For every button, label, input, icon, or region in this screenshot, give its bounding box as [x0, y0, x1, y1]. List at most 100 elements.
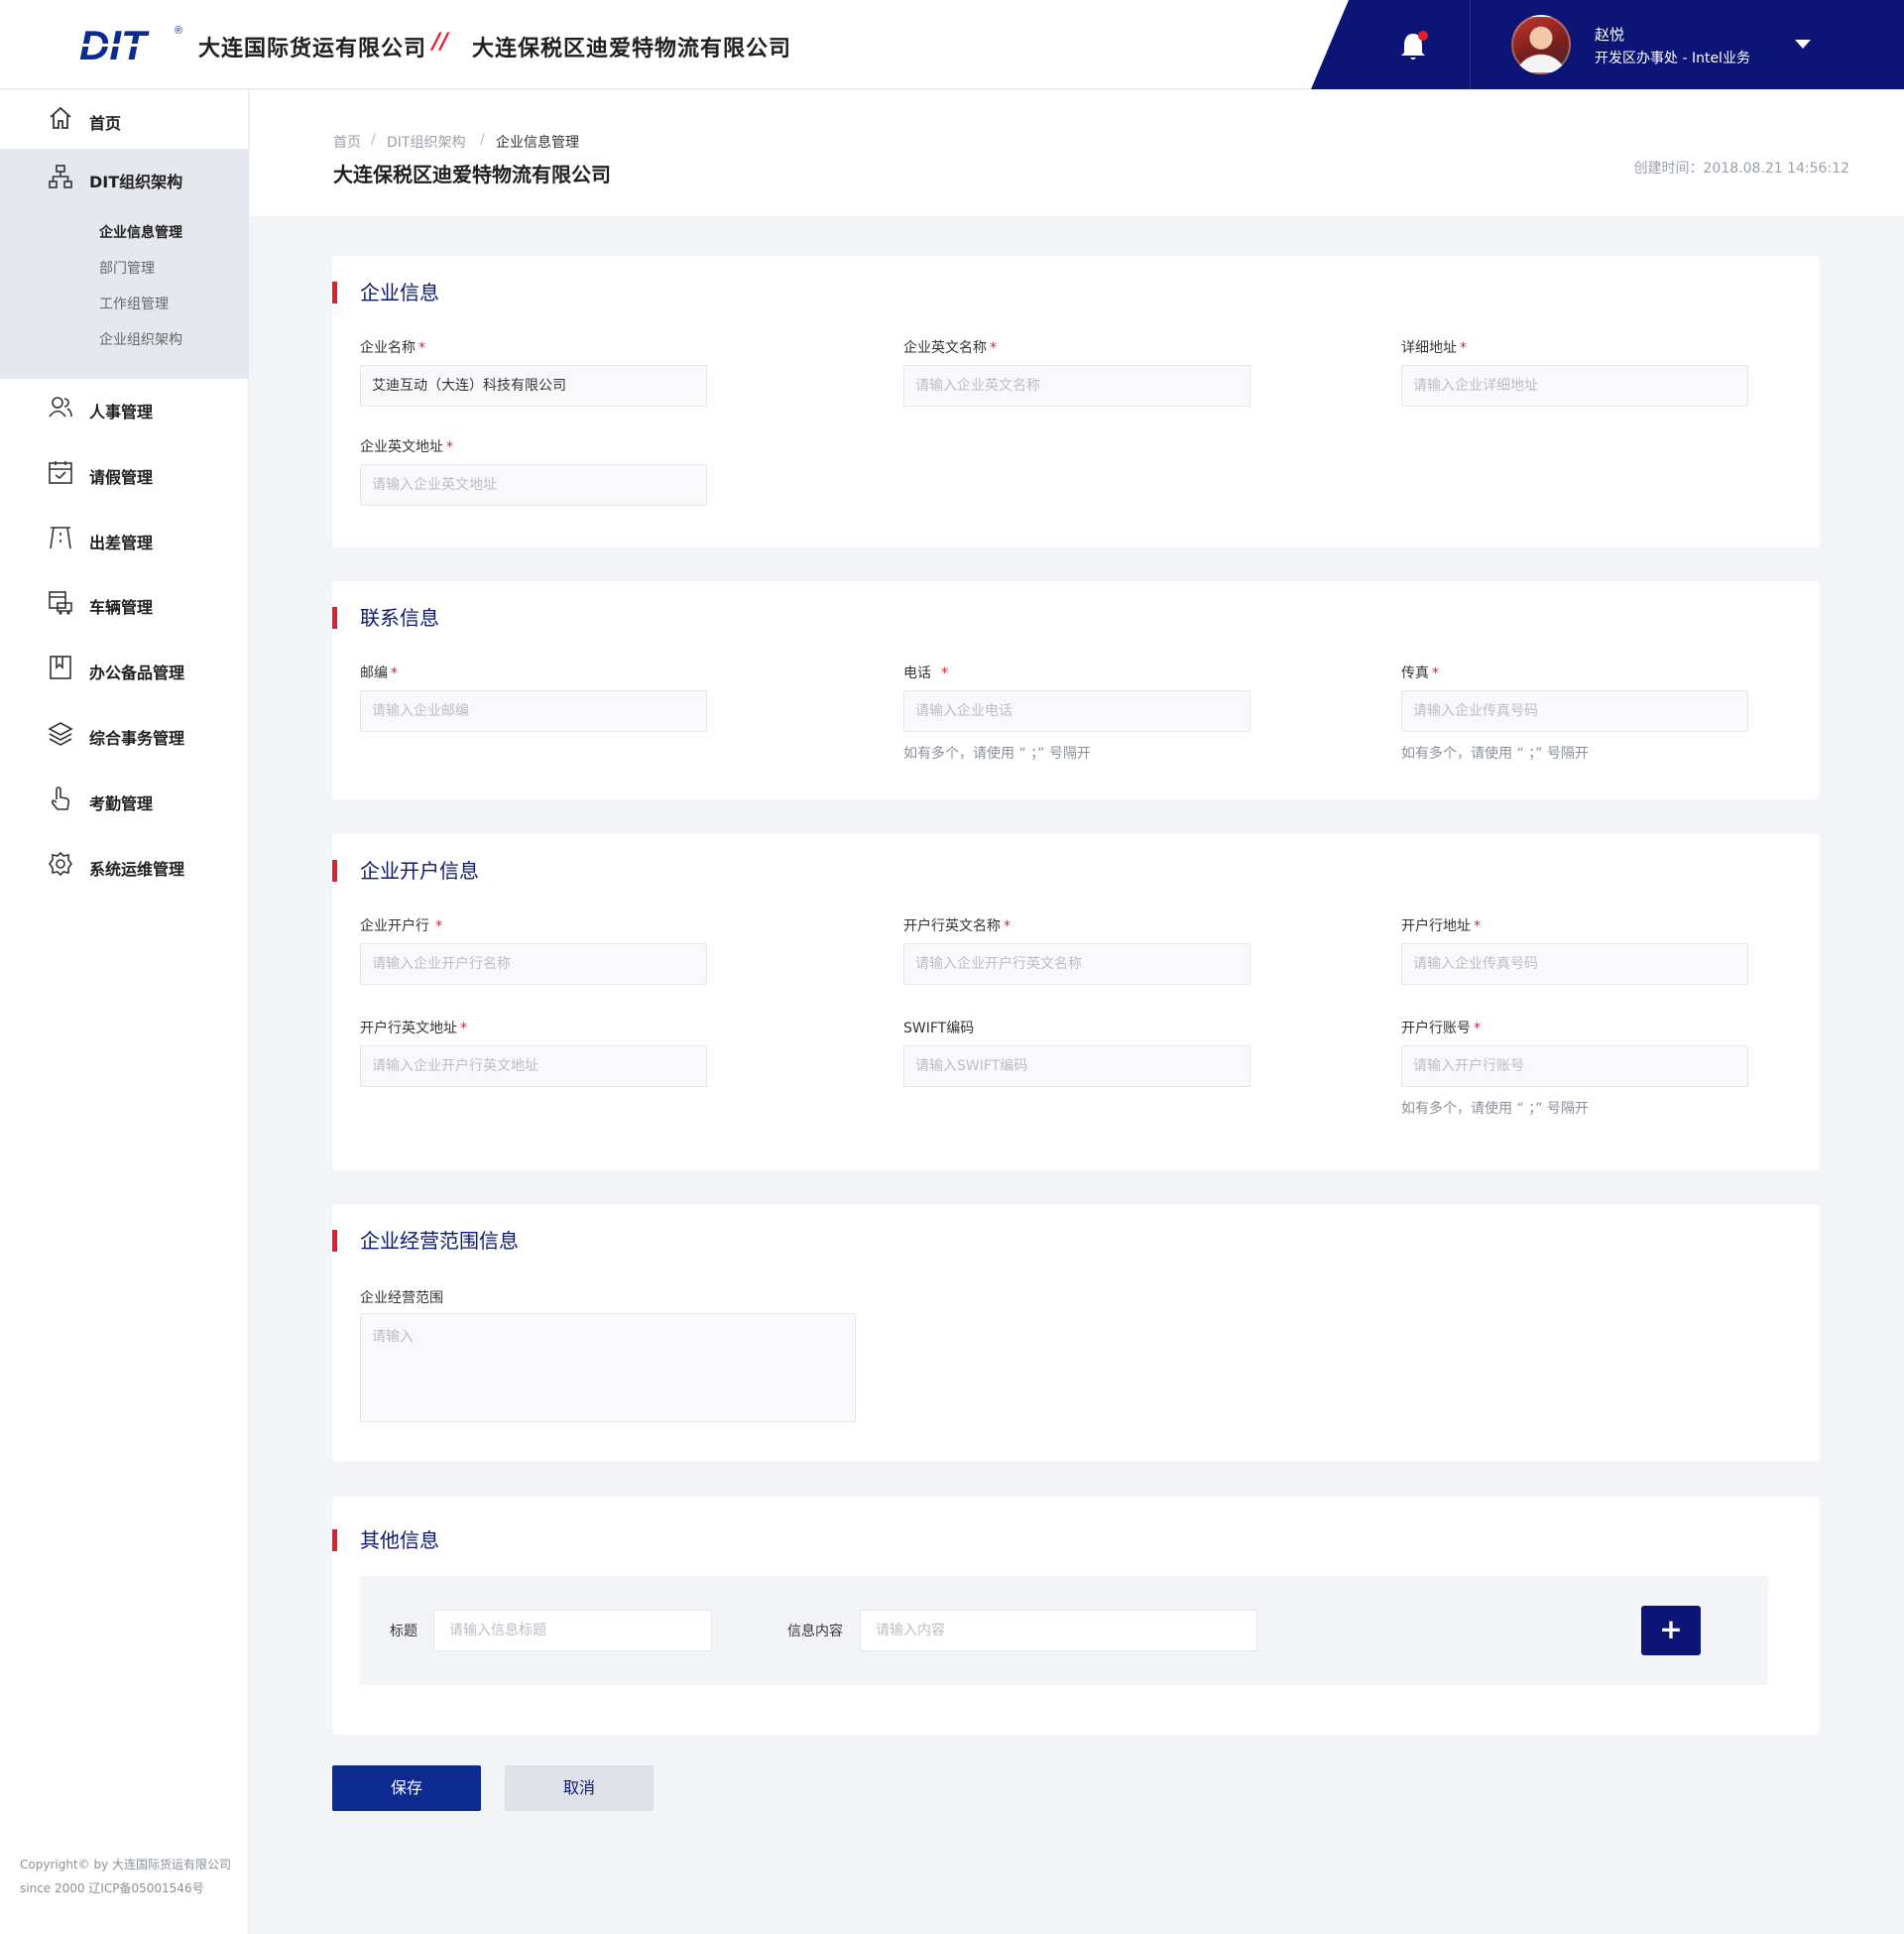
section-title: 其他信息	[360, 1528, 439, 1552]
bank-account-hint: 如有多个，请使用 “ ；” 号隔开	[1401, 1101, 1589, 1117]
field-label-phone: 电话 *	[903, 665, 948, 681]
save-button[interactable]: 保存	[332, 1765, 481, 1811]
bell-icon[interactable]	[1398, 28, 1432, 63]
section-marker	[332, 607, 337, 629]
sidebar-item-label: 考勤管理	[89, 794, 154, 813]
sidebar-item-general-affairs[interactable]: 综合事务管理	[0, 705, 249, 761]
sidebar-item-hr[interactable]: 人事管理	[0, 379, 249, 434]
other-content-label: 信息内容	[787, 1624, 843, 1639]
sidebar-subitem-departments[interactable]: 部门管理	[99, 258, 155, 278]
sidebar-item-attendance[interactable]: 考勤管理	[0, 771, 249, 826]
sidebar-item-label: 请假管理	[89, 468, 154, 487]
other-content-input[interactable]: 请输入内容	[860, 1610, 1257, 1651]
fax-hint: 如有多个，请使用 “ ；” 号隔开	[1401, 746, 1589, 762]
copyright-line: Copyright© by 大连国际货运有限公司	[20, 1858, 231, 1872]
section-title: 企业经营范围信息	[360, 1229, 519, 1253]
other-title-input[interactable]: 请输入信息标题	[433, 1610, 712, 1651]
bank-account-input[interactable]: 请输入开户行账号	[1401, 1045, 1748, 1087]
sidebar-item-label: DIT组织架构	[89, 173, 183, 191]
field-label-bank-address: 开户行地址 *	[1401, 918, 1481, 934]
other-info-row: 标题 请输入信息标题 信息内容 请输入内容 +	[360, 1576, 1768, 1685]
other-title-label: 标题	[390, 1624, 417, 1639]
user-name[interactable]: 赵悦	[1595, 24, 1624, 45]
sidebar-item-office-supplies[interactable]: 办公备品管理	[0, 640, 249, 695]
field-label-bank: 企业开户行 *	[360, 918, 442, 934]
sidebar-subitem-org-structure[interactable]: 企业组织架构	[99, 329, 182, 349]
page-header: 首页 / DIT组织架构 / 企业信息管理 大连保税区迪爱特物流有限公司 创建时…	[250, 90, 1904, 216]
company-primary-name: 大连国际货运有限公司	[198, 37, 427, 61]
breadcrumb-separator: /	[371, 132, 376, 148]
add-row-button[interactable]: +	[1641, 1606, 1701, 1655]
field-label-swift: SWIFT编码	[903, 1021, 975, 1036]
company-separator: //	[432, 30, 449, 55]
breadcrumb-current: 企业信息管理	[496, 135, 579, 151]
english-address-input[interactable]: 请输入企业英文地址	[360, 464, 707, 506]
field-label-company-name: 企业名称 *	[360, 340, 425, 356]
business-scope-card: 企业经营范围信息 企业经营范围 请输入	[332, 1204, 1820, 1462]
company-secondary-name: 大连保税区迪爱特物流有限公司	[472, 37, 792, 61]
sidebar-item-label: 综合事务管理	[89, 729, 185, 748]
phone-hint: 如有多个，请使用 “ ；” 号隔开	[903, 746, 1091, 762]
section-title: 联系信息	[360, 606, 439, 630]
sidebar-item-home[interactable]: 首页	[0, 90, 249, 146]
postcode-input[interactable]: 请输入企业邮编	[360, 690, 707, 732]
field-label-bank-english-address: 开户行英文地址 *	[360, 1021, 467, 1036]
breadcrumb-org[interactable]: DIT组织架构	[387, 132, 465, 152]
user-avatar[interactable]	[1511, 15, 1571, 74]
contact-info-card: 联系信息 邮编 * 请输入企业邮编 电话 * 请输入企业电话 如有多个，请使用 “ …	[332, 581, 1820, 799]
company-english-name-input[interactable]: 请输入企业英文名称	[903, 365, 1250, 407]
breadcrumb-separator: /	[480, 132, 485, 148]
home-icon	[50, 106, 71, 129]
breadcrumb-home[interactable]: 首页	[333, 132, 361, 152]
hand-pointer-icon	[51, 786, 70, 810]
sidebar-subitem-company-info[interactable]: 企业信息管理	[99, 222, 182, 242]
field-label-bank-account: 开户行账号 *	[1401, 1021, 1481, 1036]
cancel-button[interactable]: 取消	[505, 1765, 654, 1811]
sidebar-item-label: 系统运维管理	[89, 860, 185, 879]
sidebar-item-vehicle[interactable]: 车辆管理	[0, 574, 249, 630]
fax-input[interactable]: 请输入企业传真号码	[1401, 690, 1748, 732]
sidebar-item-system[interactable]: 系统运维管理	[0, 836, 249, 892]
section-title: 企业信息	[360, 281, 439, 304]
section-marker	[332, 860, 337, 882]
field-label-business-scope: 企业经营范围	[360, 1290, 443, 1306]
business-scope-textarea[interactable]: 请输入	[360, 1313, 856, 1422]
section-marker	[332, 1529, 337, 1551]
phone-input[interactable]: 请输入企业电话	[903, 690, 1250, 732]
section-title: 企业开户信息	[360, 859, 479, 883]
header-divider	[1470, 0, 1471, 89]
layers-icon	[48, 722, 73, 746]
sidebar-subitem-workgroups[interactable]: 工作组管理	[99, 294, 169, 313]
sidebar-item-leave[interactable]: 请假管理	[0, 444, 249, 500]
field-label-fax: 传真 *	[1401, 665, 1439, 681]
sidebar-item-label: 人事管理	[89, 403, 154, 422]
bank-name-input[interactable]: 请输入企业开户行名称	[360, 943, 707, 985]
logo-registered-mark: ®	[175, 25, 182, 37]
settings-icon	[49, 851, 72, 877]
page-title: 大连保税区迪爱特物流有限公司	[333, 163, 611, 186]
address-input[interactable]: 请输入企业详细地址	[1401, 365, 1748, 407]
bookmark-icon	[50, 656, 71, 679]
sidebar-item-org[interactable]: DIT组织架构	[0, 149, 249, 204]
bank-english-name-input[interactable]: 请输入企业开户行英文名称	[903, 943, 1250, 985]
icp-line: since 2000 辽ICP备05001546号	[20, 1881, 204, 1895]
field-label-company-english-name: 企业英文名称 *	[903, 340, 997, 356]
sidebar: 首页 DIT组织架构 企业信息管理 部门管理 工作组管理 企业组织架构 人事管理…	[0, 90, 249, 1934]
user-department[interactable]: 开发区办事处 - Intel业务	[1595, 48, 1750, 67]
sidebar-item-travel[interactable]: 出差管理	[0, 510, 249, 565]
field-label-bank-english-name: 开户行英文名称 *	[903, 918, 1011, 934]
company-info-card: 企业信息 企业名称 * 艾迪互动（大连）科技有限公司 企业英文名称 * 请输入企业英…	[332, 256, 1820, 547]
dit-logo[interactable]: DIT ®	[79, 22, 186, 65]
company-name-input[interactable]: 艾迪互动（大连）科技有限公司	[360, 365, 707, 407]
bank-english-address-input[interactable]: 请输入企业开户行英文地址	[360, 1045, 707, 1087]
field-label-english-address: 企业英文地址 *	[360, 439, 453, 455]
road-icon	[50, 527, 71, 549]
bank-address-input[interactable]: 请输入企业传真号码	[1401, 943, 1748, 985]
field-label-postcode: 邮编 *	[360, 665, 398, 681]
sidebar-item-label: 出差管理	[89, 534, 154, 552]
sidebar-org-group: DIT组织架构 企业信息管理 部门管理 工作组管理 企业组织架构	[0, 149, 249, 379]
calendar-icon	[49, 461, 72, 484]
section-marker	[332, 282, 337, 303]
swift-code-input[interactable]: 请输入SWIFT编码	[903, 1045, 1250, 1087]
chevron-down-icon[interactable]	[1795, 40, 1811, 49]
